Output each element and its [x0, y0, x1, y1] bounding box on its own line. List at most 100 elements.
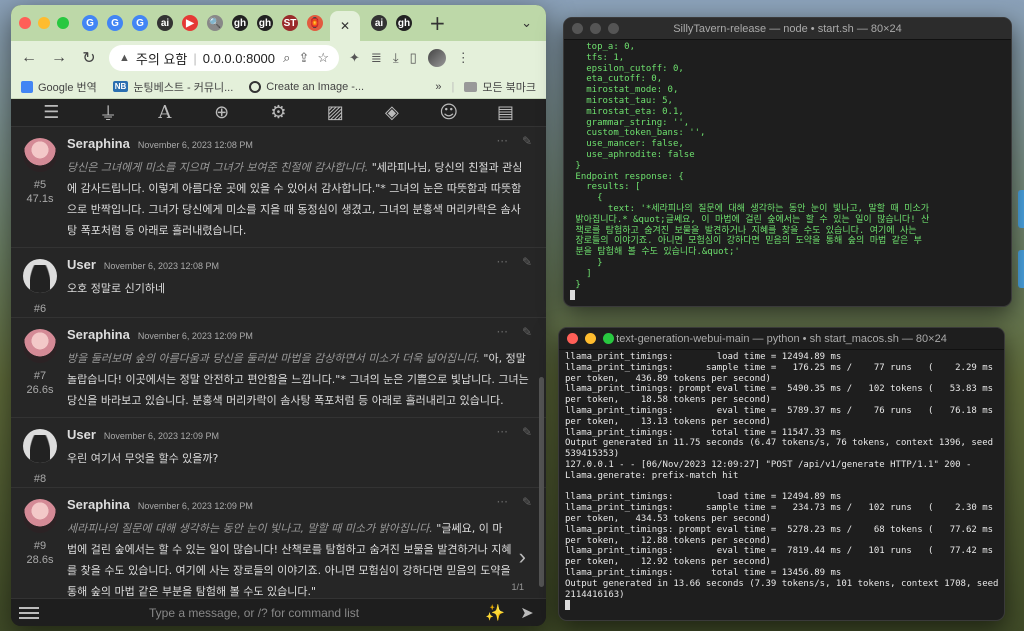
chat-scrollbar[interactable] — [539, 377, 544, 587]
edit-pencil-icon[interactable]: ✎ — [522, 255, 532, 269]
browser-tab[interactable]: ST — [279, 12, 301, 34]
window-controls — [19, 17, 69, 29]
more-bookmarks-button[interactable]: » — [435, 81, 441, 93]
side-panel-icon[interactable]: ▯ — [410, 50, 417, 66]
terminal-titlebar[interactable]: text-generation-webui-main — python • sh… — [559, 328, 1004, 350]
desktop-file-icon[interactable] — [1018, 190, 1024, 228]
back-icon[interactable]: ← — [19, 49, 39, 67]
zoom-window-button[interactable] — [57, 17, 69, 29]
image-icon[interactable]: ▨ — [320, 102, 350, 123]
avatar[interactable] — [23, 499, 57, 533]
url-text[interactable]: 0.0.0.0:8000 — [203, 51, 275, 66]
tab-search-icon[interactable]: ⌄ — [521, 16, 532, 31]
browser-tab[interactable]: 🏮 — [304, 12, 326, 34]
terminal-line: results: [ — [570, 182, 641, 193]
edit-pencil-icon[interactable]: ✎ — [522, 325, 532, 339]
terminal-output: top_a: 0, tfs: 1, epsilon_cutoff: 0, eta… — [564, 40, 1011, 304]
send-icon[interactable]: ➤ — [516, 603, 538, 622]
terminal-titlebar[interactable]: SillyTavern-release — node • start.sh — … — [564, 18, 1011, 40]
message-timestamp: November 6, 2023 12:09 PM — [137, 331, 253, 341]
options-menu-icon[interactable] — [19, 606, 39, 619]
share-icon[interactable]: ⇪ — [298, 50, 309, 66]
edit-pencil-icon[interactable]: ✎ — [522, 134, 532, 148]
profile-avatar[interactable] — [427, 49, 446, 67]
reload-icon[interactable]: ↻ — [79, 48, 99, 68]
chat-message: #9 28.6s Seraphina November 6, 2023 12:0… — [11, 488, 546, 598]
browser-tab[interactable]: ai — [154, 12, 176, 34]
bookmark-create-image[interactable]: Create an Image -... — [249, 80, 364, 93]
terminal-window-sillytavern[interactable]: SillyTavern-release — node • start.sh — … — [563, 17, 1012, 307]
terminal-line: llama_print_timings: prompt eval time = … — [565, 384, 994, 395]
user-gear-icon[interactable]: ⚙ — [263, 102, 293, 123]
close-window-button[interactable] — [19, 17, 31, 29]
terminal-line: 539415353) — [565, 449, 620, 460]
user-name[interactable]: User — [67, 257, 96, 272]
browser-tab[interactable]: ai — [368, 12, 390, 34]
plug-icon[interactable]: ⏚ — [93, 100, 123, 126]
character-name[interactable]: Seraphina — [67, 136, 130, 151]
browser-tab[interactable]: G — [104, 12, 126, 34]
id-card-icon[interactable]: ▤ — [491, 102, 521, 123]
not-secure-label: 주의 요함 — [135, 51, 188, 67]
terminal-line: per token, 12.88 tokens per second) — [565, 535, 771, 546]
avatar[interactable] — [23, 138, 57, 172]
bookmark-google-translate[interactable]: Google 번역 — [21, 79, 97, 95]
bookmark-star-icon[interactable]: ☆ — [317, 50, 329, 66]
terminal-cursor — [570, 290, 575, 301]
terminal-line: } — [570, 160, 581, 171]
browser-tab[interactable]: gh — [229, 12, 251, 34]
swipe-right-icon[interactable]: › — [519, 544, 526, 570]
terminal-window-textgen[interactable]: text-generation-webui-main — python • sh… — [558, 327, 1005, 621]
forward-icon[interactable]: → — [49, 49, 69, 67]
minimize-window-button[interactable] — [38, 17, 50, 29]
more-icon[interactable]: ··· — [496, 134, 507, 148]
avatar[interactable] — [23, 329, 57, 363]
reading-list-icon[interactable]: ≣ — [371, 50, 382, 66]
download-icon[interactable]: ⤓ — [393, 50, 399, 66]
message-timestamp: November 6, 2023 12:09 PM — [137, 501, 253, 511]
tab-favicon-icon: ST — [282, 15, 298, 31]
terminal-line: per token, 18.58 tokens per second) — [565, 395, 771, 406]
zoom-search-icon[interactable]: ⌕ — [283, 50, 290, 66]
close-tab-icon[interactable]: ✕ — [340, 19, 350, 33]
browser-tab[interactable]: gh — [254, 12, 276, 34]
browser-tab[interactable]: G — [79, 12, 101, 34]
tab-favicon-icon: gh — [396, 15, 412, 31]
menu-kebab-icon[interactable]: ⋮ — [457, 50, 470, 66]
terminal-title: SillyTavern-release — node • start.sh — … — [673, 22, 902, 35]
message-input[interactable] — [49, 605, 474, 620]
browser-tab[interactable]: gh — [393, 12, 415, 34]
browser-tab[interactable]: 🔍 — [204, 12, 226, 34]
terminal-line: epsilon_cutoff: 0, — [570, 63, 684, 74]
not-secure-icon[interactable]: ▲ — [119, 52, 130, 64]
sliders-icon[interactable]: ☰ — [36, 102, 66, 123]
more-icon[interactable]: ··· — [496, 255, 507, 269]
font-a-icon[interactable]: A — [150, 102, 180, 123]
active-tab[interactable]: ✕ — [330, 11, 360, 41]
tab-favicon-icon: G — [132, 15, 148, 31]
edit-pencil-icon[interactable]: ✎ — [522, 425, 532, 439]
more-icon[interactable]: ··· — [496, 425, 507, 439]
globe-book-icon[interactable]: ⊕ — [207, 102, 237, 123]
avatar[interactable] — [23, 259, 57, 293]
all-bookmarks-button[interactable]: 모든 북마크 — [464, 79, 536, 95]
new-tab-button[interactable]: + — [429, 11, 446, 35]
magic-wand-icon[interactable]: ✨ — [484, 603, 506, 622]
edit-pencil-icon[interactable]: ✎ — [522, 495, 532, 509]
bookmark-nb[interactable]: NB 눈팅베스트 - 커뮤니... — [112, 79, 233, 95]
desktop-file-icon[interactable] — [1018, 250, 1024, 288]
character-name[interactable]: Seraphina — [67, 497, 130, 512]
extensions-icon[interactable]: ✦ — [349, 50, 360, 66]
cubes-icon[interactable]: ◈ — [377, 102, 407, 123]
browser-tab[interactable]: ▶ — [179, 12, 201, 34]
user-silhouette-icon — [30, 265, 50, 293]
browser-tab[interactable]: G — [129, 12, 151, 34]
more-icon[interactable]: ··· — [496, 325, 507, 339]
more-icon[interactable]: ··· — [496, 495, 507, 509]
avatar[interactable] — [23, 429, 57, 463]
user-name[interactable]: User — [67, 427, 96, 442]
smile-icon[interactable]: ☺ — [434, 102, 464, 123]
character-name[interactable]: Seraphina — [67, 327, 130, 342]
nb-icon: NB — [112, 81, 129, 92]
address-bar[interactable]: ▲ 주의 요함 | 0.0.0.0:8000 ⌕ ⇪ ☆ — [109, 45, 339, 71]
